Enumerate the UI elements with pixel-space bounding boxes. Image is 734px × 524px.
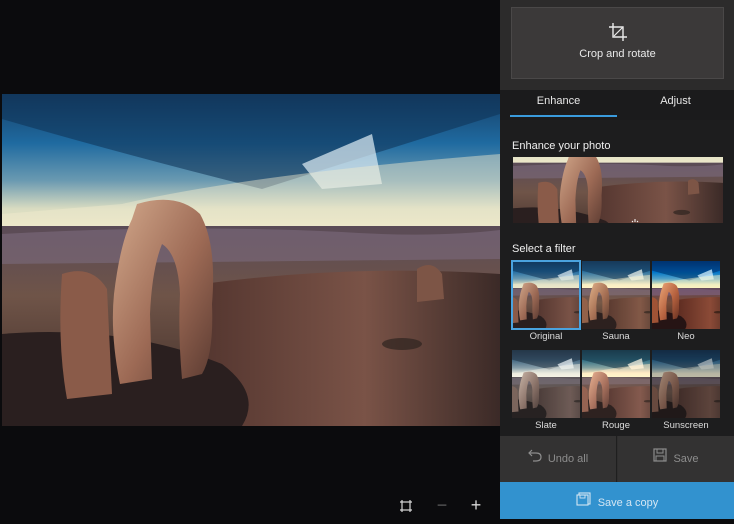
crop-and-rotate-button[interactable]: Crop and rotate: [511, 7, 724, 79]
undo-all-button[interactable]: Undo all: [500, 436, 617, 482]
save-label: Save: [673, 453, 699, 465]
filter-thumb: [652, 350, 720, 418]
filter-label: Sunscreen: [663, 420, 709, 431]
save-a-copy-button[interactable]: Save a copy: [500, 482, 734, 519]
edit-panel: Crop and rotate Enhance Adjust Enhance y…: [500, 0, 734, 519]
zoom-toolbar: − +: [395, 494, 495, 516]
enhance-section: Enhance your photo Select a filter Origi…: [500, 120, 734, 436]
fit-to-window-icon[interactable]: [395, 494, 417, 516]
save-icon: [653, 436, 668, 482]
magic-wand-icon: [621, 217, 641, 223]
photo-viewer: − +: [0, 0, 500, 519]
save-copy-icon: [576, 482, 592, 524]
crop-and-rotate-label: Crop and rotate: [579, 48, 656, 60]
active-tab-indicator: [510, 115, 617, 117]
filter-label: Neo: [677, 331, 695, 342]
enhance-photo-button[interactable]: [512, 157, 724, 223]
zoom-in-icon[interactable]: +: [465, 494, 487, 516]
tab-enhance[interactable]: Enhance: [500, 90, 617, 120]
save-a-copy-label: Save a copy: [597, 497, 659, 509]
filter-heading: Select a filter: [512, 243, 576, 255]
filter-thumb: [652, 261, 720, 329]
undo-all-label: Undo all: [547, 453, 589, 465]
crop-icon: [608, 22, 628, 42]
enhance-heading: Enhance your photo: [512, 140, 611, 152]
action-row: Undo all Save: [500, 436, 734, 482]
tab-adjust[interactable]: Adjust: [617, 90, 734, 120]
edit-tabs: Enhance Adjust: [500, 90, 734, 120]
tab-enhance-label: Enhance: [536, 95, 581, 107]
filter-thumb: [511, 260, 581, 330]
tab-adjust-label: Adjust: [660, 95, 691, 107]
zoom-out-icon[interactable]: −: [431, 494, 453, 516]
filter-thumb: [582, 261, 650, 329]
undo-icon: [527, 436, 542, 482]
save-button[interactable]: Save: [618, 436, 734, 482]
filter-thumb: [582, 350, 650, 418]
filter-thumb: [512, 350, 580, 418]
main-photo: [2, 94, 500, 426]
